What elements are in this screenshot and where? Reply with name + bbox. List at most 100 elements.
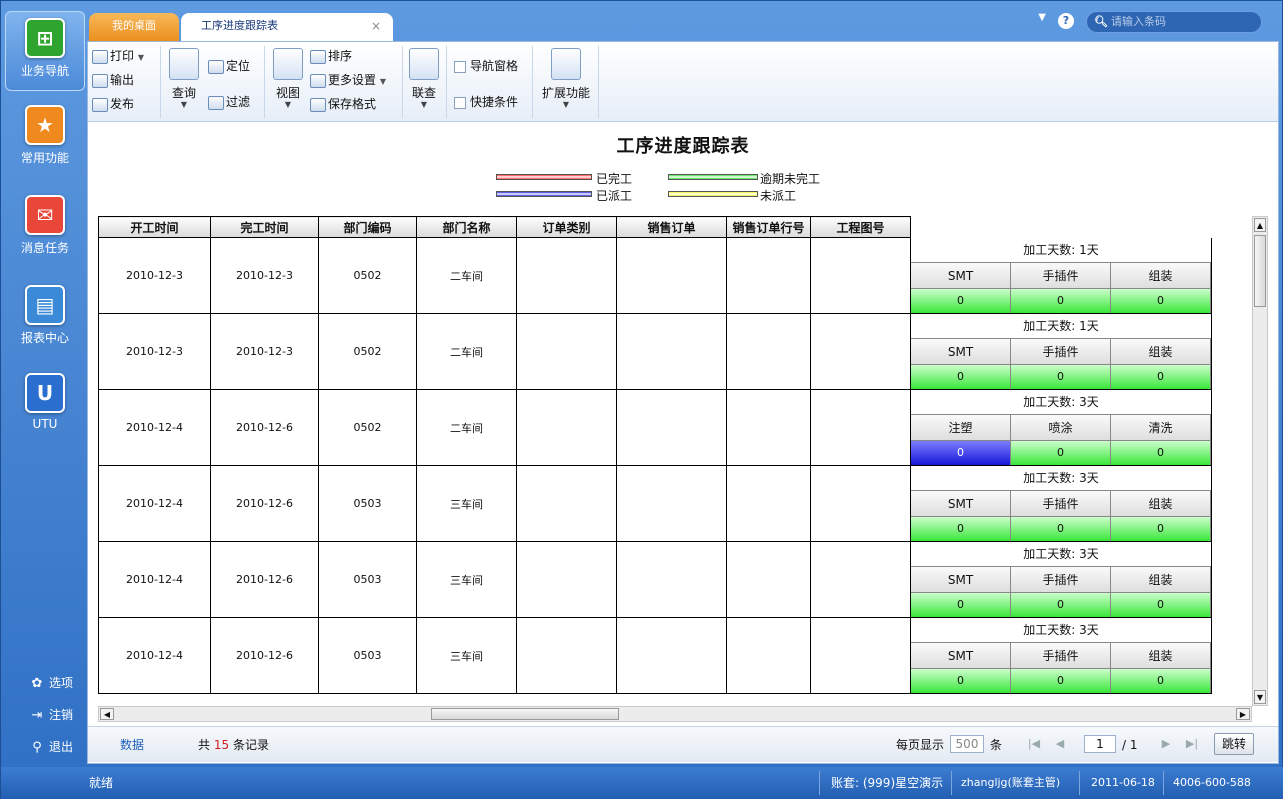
process-value[interactable]: 0 <box>911 288 1011 313</box>
column-header[interactable]: 开工时间 <box>98 216 211 238</box>
column-header[interactable]: 工程图号 <box>810 216 911 238</box>
table-row[interactable]: 2010-12-4 2010-12-6 0503 三车间 加工天数: 3天 SMT 手插件组… <box>98 465 1212 542</box>
table-row[interactable]: 2010-12-3 2010-12-3 0502 二车间 加工天数: 1天 SMT 手插件组… <box>98 313 1212 390</box>
table-cell: 二车间 <box>416 389 517 466</box>
sort-button[interactable]: 排序 <box>310 46 352 66</box>
process-value[interactable]: 0 <box>1111 440 1211 465</box>
more-settings-button[interactable]: 更多设置 ▼ <box>310 70 386 90</box>
chevron-down-icon[interactable]: ▼ <box>1038 12 1046 23</box>
nav-item-2[interactable]: ★ 常用功能 <box>5 99 85 179</box>
process-value[interactable]: 0 <box>1111 516 1211 541</box>
table-row[interactable]: 2010-12-4 2010-12-6 0502 二车间 加工天数: 3天 注塑 喷涂 清洗 0… <box>98 389 1212 466</box>
process-name: 组装 <box>1111 490 1211 516</box>
query-button[interactable]: 查询 ▼ <box>164 44 204 109</box>
bottom-nav-1[interactable]: ✿ 选项 <box>29 673 73 693</box>
first-page-icon[interactable]: |◀ <box>1024 735 1044 753</box>
process-value[interactable]: 0 <box>1011 364 1111 389</box>
column-header[interactable]: 订单类别 <box>516 216 617 238</box>
nav-item-4[interactable]: ▤ 报表中心 <box>5 279 85 359</box>
process-names: SMT 手插件 组装 <box>911 338 1211 365</box>
process-value[interactable]: 0 <box>911 668 1011 693</box>
close-icon[interactable]: × <box>371 13 381 39</box>
per-page-input[interactable]: 500 <box>950 735 984 753</box>
extend-button[interactable]: 扩展功能 ▼ <box>536 44 596 109</box>
locate-button[interactable]: 定位 <box>208 56 250 76</box>
table-cell <box>616 313 727 390</box>
scroll-right-icon[interactable]: ▶ <box>1236 708 1250 720</box>
tab-label: 工序进度跟踪表 <box>201 19 278 32</box>
process-value[interactable]: 0 <box>1011 516 1111 541</box>
status-date: 2011-06-18 <box>1091 776 1155 789</box>
help-icon[interactable]: ? <box>1058 13 1074 29</box>
bottom-nav-3[interactable]: ⚲ 退出 <box>29 737 73 757</box>
table-cell: 2010-12-4 <box>98 617 211 694</box>
scroll-thumb[interactable] <box>1254 235 1266 307</box>
nav-item-3[interactable]: ✉ 消息任务 <box>5 189 85 269</box>
column-header[interactable]: 销售订单 <box>616 216 727 238</box>
process-cell: 加工天数: 3天 SMT 手插件 组装 0 0 0 <box>910 465 1212 542</box>
table-cell: 2010-12-6 <box>210 617 319 694</box>
horizontal-scrollbar[interactable]: ◀ ▶ <box>98 706 1252 722</box>
table-row[interactable]: 2010-12-4 2010-12-6 0503 三车间 加工天数: 3天 SMT 手插件组… <box>98 617 1212 694</box>
process-name: SMT <box>911 490 1011 516</box>
process-value[interactable]: 0 <box>1011 440 1111 465</box>
nav-item-1[interactable]: ⊞ 业务导航 <box>5 11 85 91</box>
scroll-up-icon[interactable]: ▲ <box>1254 218 1266 232</box>
process-value[interactable]: 0 <box>1011 668 1111 693</box>
scroll-thumb[interactable] <box>431 708 619 720</box>
tab-home[interactable]: 我的桌面 <box>89 13 179 42</box>
filter-button[interactable]: 过滤 <box>208 92 250 112</box>
process-days: 加工天数: 3天 <box>911 617 1211 643</box>
prev-page-icon[interactable]: ◀ <box>1050 735 1070 753</box>
process-value[interactable]: 0 <box>1111 668 1211 693</box>
table-cell <box>810 617 911 694</box>
process-value[interactable]: 0 <box>1111 592 1211 617</box>
process-value[interactable]: 0 <box>1111 288 1211 313</box>
save-format-label: 保存格式 <box>328 97 377 111</box>
nav-item-5[interactable]: U UTU <box>5 367 85 447</box>
search-input[interactable]: 🔍︎ 请输入条码 <box>1086 11 1262 33</box>
process-value[interactable]: 0 <box>911 592 1011 617</box>
table-row[interactable]: 2010-12-3 2010-12-3 0502 二车间 加工天数: 1天 SMT 手插件组… <box>98 237 1212 314</box>
bottom-nav-2[interactable]: ⇥ 注销 <box>29 705 73 725</box>
process-cell: 加工天数: 3天 SMT 手插件 组装 0 0 0 <box>910 617 1212 694</box>
publish-button[interactable]: 发布 <box>92 94 134 114</box>
vertical-scrollbar[interactable]: ▲ ▼ <box>1252 216 1268 706</box>
bottom-nav-label: 选项 <box>49 676 74 690</box>
scroll-down-icon[interactable]: ▼ <box>1254 690 1266 704</box>
table-row[interactable]: 2010-12-4 2010-12-6 0503 三车间 加工天数: 3天 SMT 手插件组… <box>98 541 1212 618</box>
column-header[interactable]: 部门名称 <box>416 216 517 238</box>
data-link[interactable]: 数据 <box>120 737 144 753</box>
scroll-left-icon[interactable]: ◀ <box>100 708 114 720</box>
tab-process-tracking[interactable]: 工序进度跟踪表 × <box>181 13 393 42</box>
nav-item-label: UTU <box>32 417 58 431</box>
save-format-button[interactable]: 保存格式 <box>310 94 376 114</box>
current-page[interactable]: 1 <box>1084 735 1116 753</box>
quick-condition-checkbox[interactable]: 快捷条件 <box>454 94 518 110</box>
page-input[interactable]: 1 <box>1084 735 1116 753</box>
link-query-button[interactable]: 联查 ▼ <box>404 44 444 109</box>
export-button[interactable]: 输出 <box>92 70 134 90</box>
view-button[interactable]: 视图 ▼ <box>268 44 308 109</box>
nav-pane-checkbox[interactable]: 导航窗格 <box>454 58 518 74</box>
locate-label: 定位 <box>226 59 251 73</box>
jump-button[interactable]: 跳转 <box>1214 733 1254 755</box>
table-cell <box>810 389 911 466</box>
last-page-icon[interactable]: ▶| <box>1182 735 1202 753</box>
process-value[interactable]: 0 <box>911 364 1011 389</box>
next-page-icon[interactable]: ▶ <box>1156 735 1176 753</box>
table-cell: 0503 <box>318 465 417 542</box>
table-cell: 2010-12-3 <box>210 237 319 314</box>
process-value[interactable]: 0 <box>1011 592 1111 617</box>
print-button[interactable]: 打印 ▼ <box>92 46 144 66</box>
process-value[interactable]: 0 <box>911 440 1011 465</box>
column-header[interactable]: 部门编码 <box>318 216 417 238</box>
process-value[interactable]: 0 <box>911 516 1011 541</box>
per-page-value[interactable]: 500 <box>950 735 984 753</box>
column-header[interactable]: 完工时间 <box>210 216 319 238</box>
process-block: 加工天数: 3天 注塑 喷涂 清洗 0 0 0 <box>911 389 1211 466</box>
process-value[interactable]: 0 <box>1111 364 1211 389</box>
table-cell: 二车间 <box>416 237 517 314</box>
process-value[interactable]: 0 <box>1011 288 1111 313</box>
column-header[interactable]: 销售订单行号 <box>726 216 811 238</box>
